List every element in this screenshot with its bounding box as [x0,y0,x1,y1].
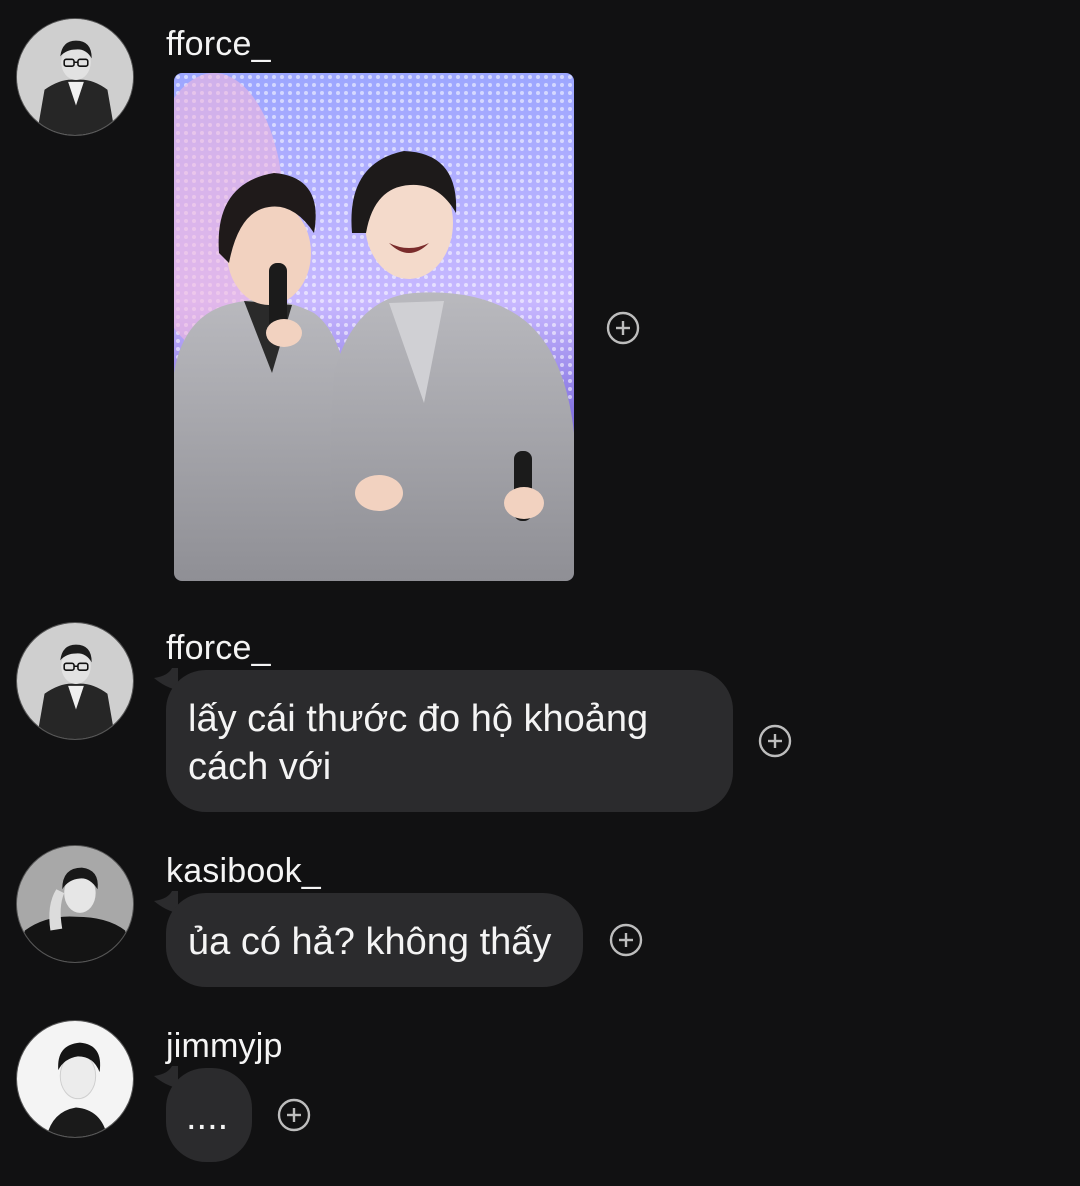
add-reaction-icon [277,1098,311,1132]
username-fforce[interactable]: fforce_ [166,628,271,668]
message-bubble[interactable]: .... [166,1068,252,1162]
message-line: lấy cái thước đo hộ khoảng [188,698,649,740]
photo-image [174,73,574,581]
message-bubble[interactable]: lấy cái thước đo hộ khoảng cách với [166,670,733,812]
username-kasibook[interactable]: kasibook_ [166,851,321,891]
avatar-profile-man-icon [17,1021,133,1137]
username-fforce[interactable]: fforce_ [166,24,271,64]
avatar-glasses-man-icon [17,19,133,135]
message-bubble[interactable]: ủa có hả? không thấy [166,893,583,987]
add-reaction-icon [606,311,640,345]
avatar-kasibook[interactable] [16,845,134,963]
add-reaction-icon [758,724,792,758]
add-reaction-button[interactable] [609,923,643,957]
avatar-glasses-man-icon [17,623,133,739]
shared-photo[interactable] [174,73,574,581]
message-text: .... [186,1096,229,1138]
add-reaction-button[interactable] [758,724,792,758]
add-reaction-button[interactable] [606,311,640,345]
avatar-fforce[interactable] [16,18,134,136]
message-text: ủa có hả? không thấy [188,921,552,963]
add-reaction-icon [609,923,643,957]
avatar-jimmyjp[interactable] [16,1020,134,1138]
avatar-hand-pose-man-icon [17,846,133,962]
username-jimmyjp[interactable]: jimmyjp [166,1026,283,1066]
add-reaction-button[interactable] [277,1098,311,1132]
avatar-fforce-2[interactable] [16,622,134,740]
message-line: cách với [188,746,332,788]
